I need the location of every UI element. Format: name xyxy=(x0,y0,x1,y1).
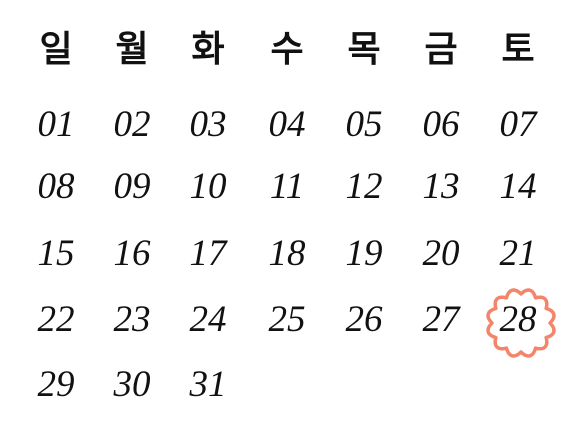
day-cell-10[interactable]: 10 xyxy=(173,162,243,212)
day-cell-22[interactable]: 22 xyxy=(21,295,91,345)
weekday-2: 화 xyxy=(191,29,225,70)
day-cell-04[interactable]: 04 xyxy=(252,100,322,150)
weekday-3: 수 xyxy=(270,29,304,70)
highlight-scalloped-circle-icon xyxy=(486,288,556,358)
weekday-1: 월 xyxy=(115,29,149,70)
highlight-scallop-path xyxy=(486,288,556,358)
day-cell-20[interactable]: 20 xyxy=(406,229,476,279)
day-cell-23[interactable]: 23 xyxy=(97,295,167,345)
weekday-6: 토 xyxy=(501,29,535,70)
day-cell-03[interactable]: 03 xyxy=(173,100,243,150)
day-cell-30[interactable]: 30 xyxy=(97,360,167,410)
day-cell-08[interactable]: 08 xyxy=(21,162,91,212)
day-cell-29[interactable]: 29 xyxy=(21,360,91,410)
day-cell-02[interactable]: 02 xyxy=(97,100,167,150)
day-cell-15[interactable]: 15 xyxy=(21,229,91,279)
calendar: 일 월 화 수 목 금 토 01 02 03 04 05 06 07 08 09 10 11 12 13 14 15 16… xyxy=(0,0,587,433)
day-cell-26[interactable]: 26 xyxy=(329,295,399,345)
day-cell-07[interactable]: 07 xyxy=(483,100,553,150)
day-cell-12[interactable]: 12 xyxy=(329,162,399,212)
day-cell-19[interactable]: 19 xyxy=(329,229,399,279)
weekday-0: 일 xyxy=(39,29,73,70)
day-cell-09[interactable]: 09 xyxy=(97,162,167,212)
day-cell-17[interactable]: 17 xyxy=(173,229,243,279)
day-cell-25[interactable]: 25 xyxy=(252,295,322,345)
weekday-5: 금 xyxy=(424,29,458,70)
day-cell-05[interactable]: 05 xyxy=(329,100,399,150)
day-cell-11[interactable]: 11 xyxy=(252,162,322,212)
day-cell-27[interactable]: 27 xyxy=(406,295,476,345)
day-cell-21[interactable]: 21 xyxy=(483,229,553,279)
day-cell-14[interactable]: 14 xyxy=(483,162,553,212)
day-cell-01[interactable]: 01 xyxy=(21,100,91,150)
day-cell-13[interactable]: 13 xyxy=(406,162,476,212)
day-cell-18[interactable]: 18 xyxy=(252,229,322,279)
day-cell-16[interactable]: 16 xyxy=(97,229,167,279)
weekday-4: 목 xyxy=(347,29,381,70)
day-cell-24[interactable]: 24 xyxy=(173,295,243,345)
day-cell-31[interactable]: 31 xyxy=(173,360,243,410)
day-cell-06[interactable]: 06 xyxy=(406,100,476,150)
